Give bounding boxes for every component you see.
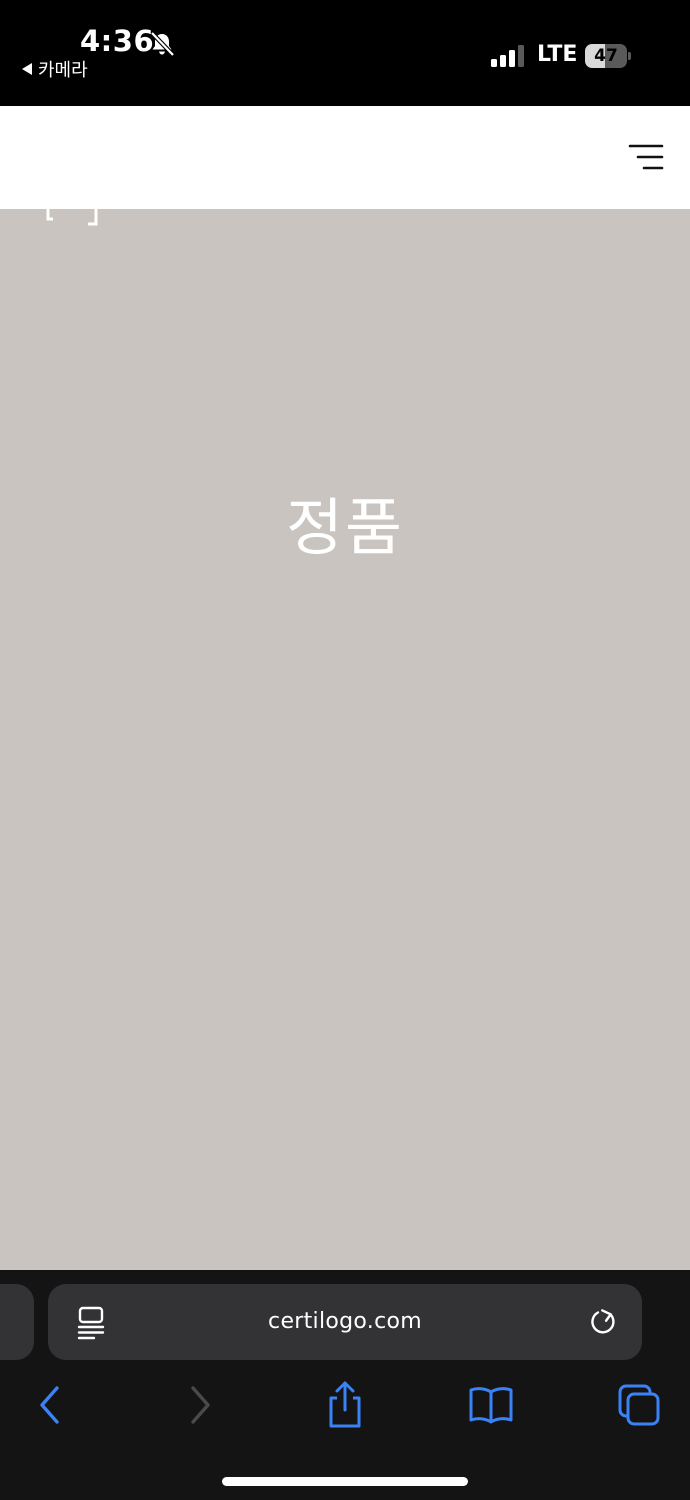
network-type: LTE [537,42,578,67]
book-icon[interactable] [466,1380,516,1430]
authenticity-result-text: 정품 [285,491,405,564]
site-header [0,106,690,209]
tabs-icon[interactable] [614,1380,664,1430]
battery-body: 47 [585,44,627,68]
battery-level: 47 [594,46,618,66]
scan-frame-corner-icon [46,209,98,226]
url-text[interactable]: certilogo.com [128,1284,562,1360]
battery-cap [628,52,631,60]
address-bar[interactable]: certilogo.com [48,1284,642,1360]
browser-toolbar: certilogo.com [0,1270,690,1500]
hamburger-menu-icon[interactable] [628,142,664,172]
status-time: 4:36 [80,24,155,58]
share-icon[interactable] [320,1380,370,1430]
back-app-label: 카메라 [38,60,88,81]
previous-tab-preview[interactable] [0,1284,34,1360]
status-bar: 4:36 카메라 LTE 47 [0,0,690,106]
reload-icon[interactable] [588,1306,620,1338]
reader-mode-icon[interactable] [76,1306,106,1340]
battery-indicator: 47 [585,44,631,68]
phone-screen: 4:36 카메라 LTE 47 정품 certilogo.com [0,0,690,1500]
chevron-left-icon[interactable] [25,1380,75,1430]
back-to-app-link[interactable]: 카메라 [22,56,88,82]
back-triangle-icon [22,63,32,75]
chevron-right-icon[interactable] [175,1380,225,1430]
home-indicator[interactable] [222,1477,468,1486]
bell-slash-icon [150,31,175,57]
camera-scan-area: 정품 [0,209,690,1270]
cellular-signal-icon [491,45,524,67]
